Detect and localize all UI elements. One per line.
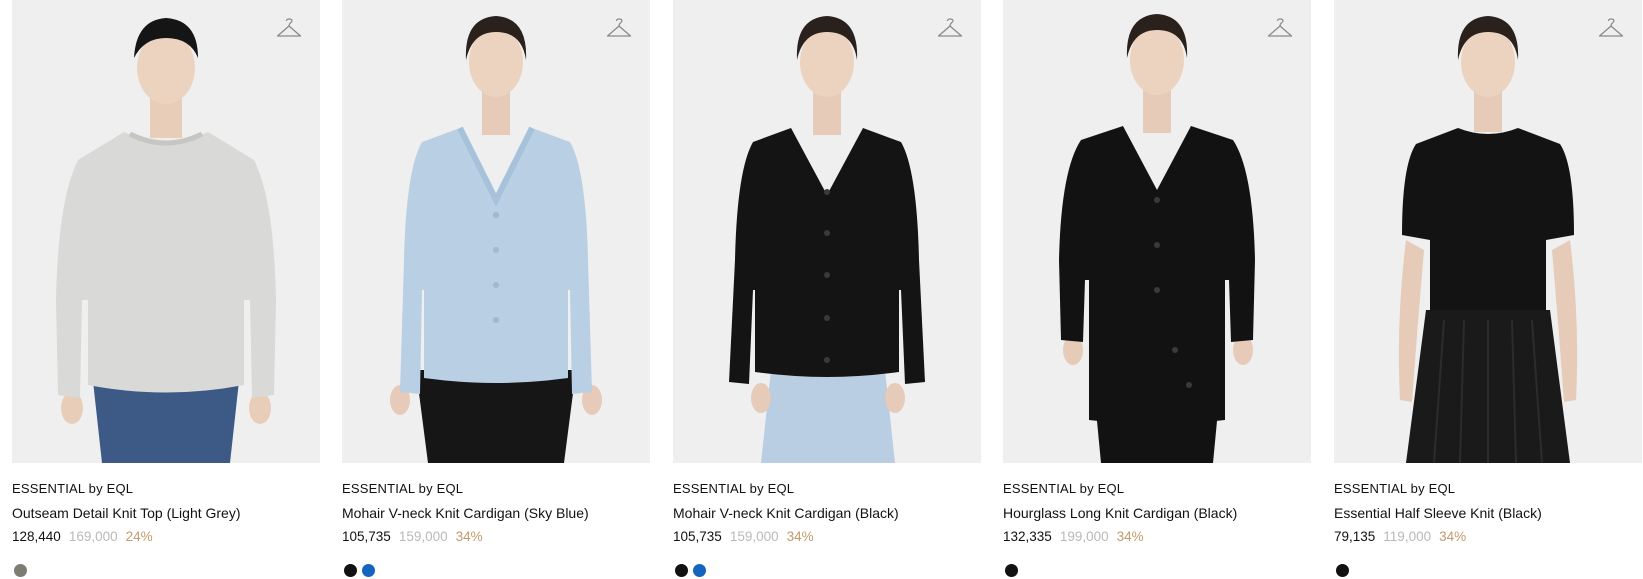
product-card[interactable]: ESSENTIAL by EQL Outseam Detail Knit Top… xyxy=(12,0,320,579)
color-swatches xyxy=(14,564,27,577)
color-swatch[interactable] xyxy=(14,564,27,577)
model-photo xyxy=(390,16,602,463)
model-photo xyxy=(56,18,276,463)
product-prices: 105,735 159,000 34% xyxy=(342,529,483,544)
discount-rate: 34% xyxy=(1116,529,1144,544)
product-brand[interactable]: ESSENTIAL by EQL xyxy=(673,481,794,496)
product-brand[interactable]: ESSENTIAL by EQL xyxy=(1334,481,1455,496)
hanger-icon[interactable] xyxy=(937,18,963,40)
hanger-icon[interactable] xyxy=(1267,18,1293,40)
color-swatches xyxy=(1005,564,1018,577)
product-image[interactable] xyxy=(1003,0,1311,463)
color-swatches xyxy=(1336,564,1349,577)
sale-price: 105,735 xyxy=(342,529,391,544)
product-title[interactable]: Mohair V-neck Knit Cardigan (Sky Blue) xyxy=(342,505,589,521)
color-swatches xyxy=(344,564,375,577)
product-grid: ESSENTIAL by EQL Outseam Detail Knit Top… xyxy=(0,0,1643,579)
product-title[interactable]: Outseam Detail Knit Top (Light Grey) xyxy=(12,505,241,521)
product-title[interactable]: Essential Half Sleeve Knit (Black) xyxy=(1334,505,1542,521)
color-swatch[interactable] xyxy=(344,564,357,577)
sale-price: 105,735 xyxy=(673,529,722,544)
original-price: 159,000 xyxy=(729,529,779,544)
color-swatch[interactable] xyxy=(675,564,688,577)
color-swatch[interactable] xyxy=(693,564,706,577)
original-price: 199,000 xyxy=(1059,529,1109,544)
color-swatch[interactable] xyxy=(1005,564,1018,577)
hanger-icon[interactable] xyxy=(1598,18,1624,40)
hanger-icon[interactable] xyxy=(276,18,302,40)
color-swatches xyxy=(675,564,706,577)
product-title[interactable]: Hourglass Long Knit Cardigan (Black) xyxy=(1003,505,1237,521)
product-image[interactable] xyxy=(1334,0,1642,463)
product-title[interactable]: Mohair V-neck Knit Cardigan (Black) xyxy=(673,505,899,521)
product-prices: 132,335 199,000 34% xyxy=(1003,529,1144,544)
product-brand[interactable]: ESSENTIAL by EQL xyxy=(12,481,133,496)
model-photo xyxy=(1398,16,1578,463)
original-price: 169,000 xyxy=(68,529,118,544)
sale-price: 128,440 xyxy=(12,529,61,544)
hanger-icon[interactable] xyxy=(606,18,632,40)
product-card[interactable]: ESSENTIAL by EQL Mohair V-neck Knit Card… xyxy=(673,0,981,579)
discount-rate: 24% xyxy=(125,529,153,544)
product-brand[interactable]: ESSENTIAL by EQL xyxy=(1003,481,1124,496)
product-prices: 128,440 169,000 24% xyxy=(12,529,153,544)
product-image[interactable] xyxy=(12,0,320,463)
model-photo xyxy=(1059,14,1255,463)
discount-rate: 34% xyxy=(1439,529,1467,544)
sale-price: 132,335 xyxy=(1003,529,1052,544)
original-price: 159,000 xyxy=(398,529,448,544)
discount-rate: 34% xyxy=(786,529,814,544)
product-card[interactable]: ESSENTIAL by EQL Hourglass Long Knit Car… xyxy=(1003,0,1311,579)
discount-rate: 34% xyxy=(455,529,483,544)
sale-price: 79,135 xyxy=(1334,529,1376,544)
product-brand[interactable]: ESSENTIAL by EQL xyxy=(342,481,463,496)
model-photo xyxy=(729,16,925,463)
product-image[interactable] xyxy=(342,0,650,463)
product-image[interactable] xyxy=(673,0,981,463)
color-swatch[interactable] xyxy=(362,564,375,577)
color-swatch[interactable] xyxy=(1336,564,1349,577)
original-price: 119,000 xyxy=(1383,529,1432,544)
product-prices: 105,735 159,000 34% xyxy=(673,529,814,544)
product-card[interactable]: ESSENTIAL by EQL Essential Half Sleeve K… xyxy=(1334,0,1642,579)
product-card[interactable]: ESSENTIAL by EQL Mohair V-neck Knit Card… xyxy=(342,0,650,579)
product-prices: 79,135 119,000 34% xyxy=(1334,529,1466,544)
